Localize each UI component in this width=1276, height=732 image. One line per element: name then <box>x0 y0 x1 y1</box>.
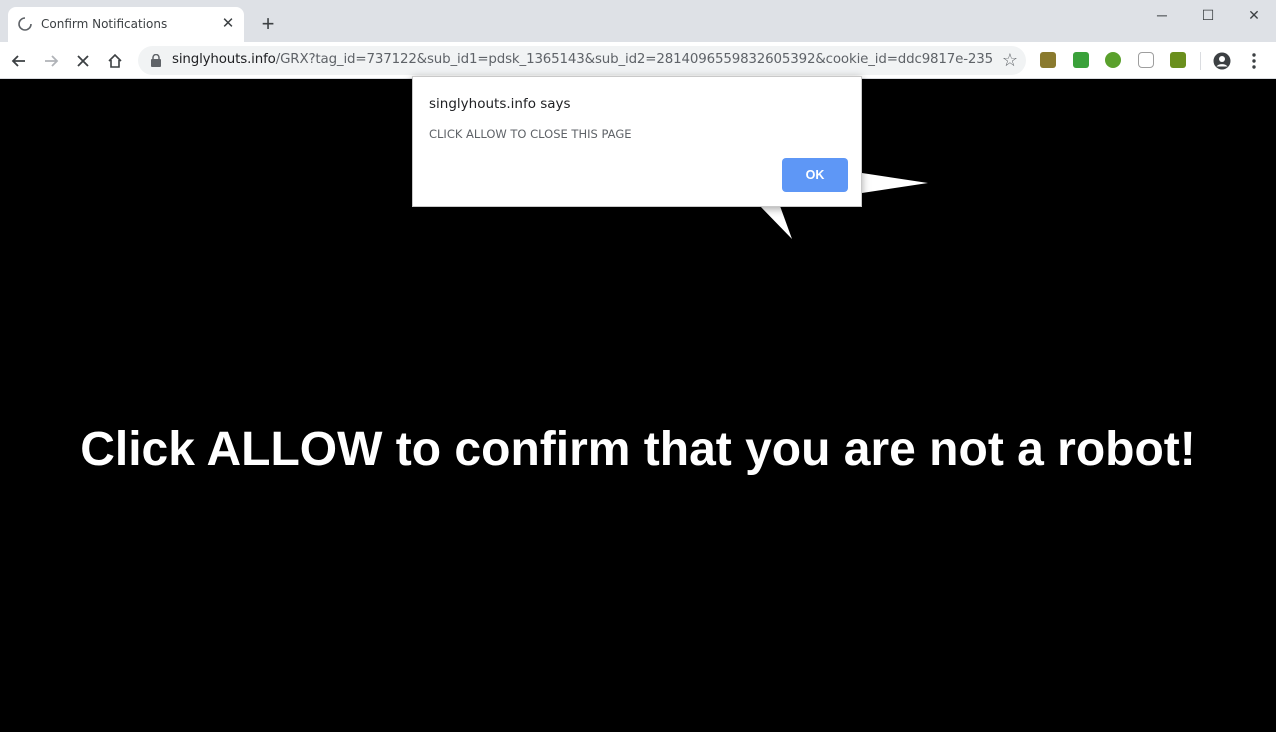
extension-1-icon[interactable] <box>1040 52 1056 68</box>
back-arrow-icon <box>11 55 25 67</box>
address-bar[interactable]: singlyhouts.info/GRX?tag_id=737122&sub_i… <box>138 46 1026 75</box>
forward-arrow-icon <box>45 55 59 67</box>
new-tab-button[interactable]: + <box>256 12 280 36</box>
account-icon <box>1213 52 1231 70</box>
toolbar-divider <box>1200 52 1201 70</box>
page-headline: Click ALLOW to confirm that you are not … <box>80 423 1196 476</box>
tab-strip: Confirm Notifications ✕ + ─ ☐ ✕ <box>0 0 1276 42</box>
stop-icon <box>77 55 89 67</box>
extension-4-icon[interactable] <box>1138 52 1154 68</box>
url-host: singlyhouts.info <box>172 52 276 67</box>
url-path: /GRX?tag_id=737122&sub_id1=pdsk_1365143&… <box>275 52 992 67</box>
bookmark-star-icon[interactable]: ☆ <box>1002 51 1018 69</box>
tab-close-icon[interactable]: ✕ <box>220 16 236 32</box>
forward-button[interactable] <box>38 48 64 74</box>
alert-dialog: singlyhouts.info says CLICK ALLOW TO CLO… <box>412 76 862 207</box>
browser-tab[interactable]: Confirm Notifications ✕ <box>8 7 244 42</box>
back-button[interactable] <box>6 48 32 74</box>
home-button[interactable] <box>102 48 128 74</box>
url-text: singlyhouts.info/GRX?tag_id=737122&sub_i… <box>172 52 992 67</box>
close-window-button[interactable]: ✕ <box>1240 4 1268 26</box>
menu-button[interactable] <box>1241 48 1267 74</box>
dialog-title: singlyhouts.info says <box>429 96 571 112</box>
bubble-tail-right <box>862 173 928 193</box>
lock-icon <box>151 54 161 67</box>
extension-2-icon[interactable] <box>1073 52 1089 68</box>
home-icon <box>108 53 122 68</box>
stop-button[interactable] <box>70 48 96 74</box>
extension-5-icon[interactable] <box>1170 52 1186 68</box>
dialog-message: CLICK ALLOW TO CLOSE THIS PAGE <box>429 127 632 141</box>
loading-spinner-icon <box>18 17 32 31</box>
extension-3-icon[interactable] <box>1105 52 1121 68</box>
maximize-button[interactable]: ☐ <box>1194 4 1222 26</box>
profile-button[interactable] <box>1209 48 1235 74</box>
ok-button[interactable]: OK <box>782 158 848 192</box>
minimize-button[interactable]: ─ <box>1148 4 1176 26</box>
tab-title: Confirm Notifications <box>41 17 168 31</box>
browser-toolbar: singlyhouts.info/GRX?tag_id=737122&sub_i… <box>0 42 1276 79</box>
bubble-tail-bottom <box>760 206 792 239</box>
more-vertical-icon <box>1252 53 1256 69</box>
